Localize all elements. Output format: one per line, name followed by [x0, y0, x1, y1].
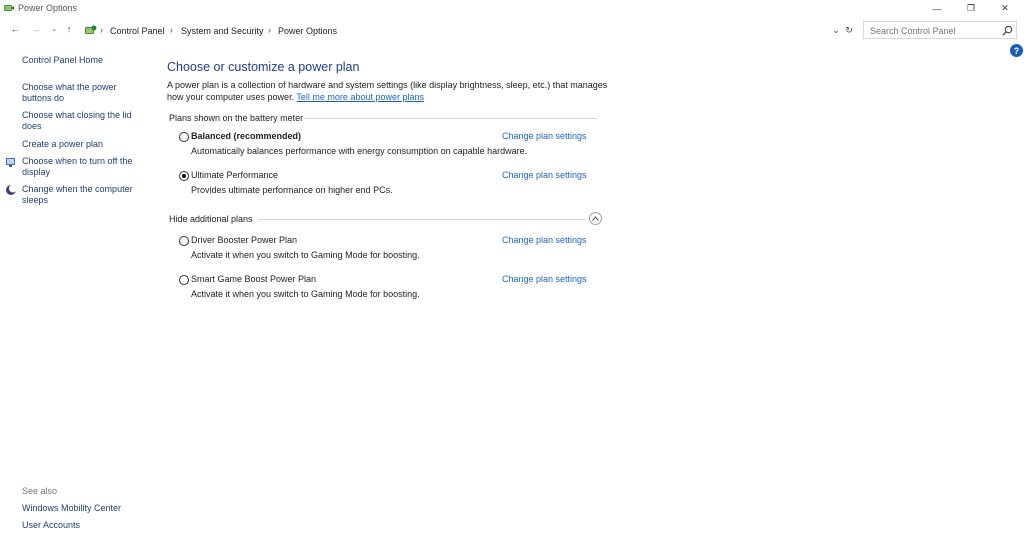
section-divider: [304, 118, 598, 119]
plan-driver-booster-name[interactable]: Driver Booster Power Plan: [191, 235, 297, 245]
collapse-additional-plans-button[interactable]: [589, 212, 602, 225]
plan-balanced-radio[interactable]: [179, 132, 189, 142]
sidebar-control-panel-home[interactable]: Control Panel Home: [22, 55, 140, 66]
plan-ultimate-description: Provides ultimate performance on higher …: [191, 185, 393, 195]
plan-balanced-change-settings-link[interactable]: Change plan settings: [502, 131, 587, 141]
breadcrumb-separator: ›: [170, 25, 173, 35]
minimize-button[interactable]: —: [920, 0, 954, 17]
plan-smart-game-boost-change-settings-link[interactable]: Change plan settings: [502, 274, 587, 284]
chevron-down-icon: ⌄: [832, 24, 840, 35]
page-title: Choose or customize a power plan: [167, 60, 360, 74]
address-dropdown-button[interactable]: ⌄: [830, 23, 842, 37]
recent-locations-button[interactable]: ⌄: [47, 22, 61, 36]
search-input[interactable]: [870, 25, 996, 37]
plan-ultimate-name[interactable]: Ultimate Performance: [191, 170, 278, 180]
plan-driver-booster-description: Activate it when you switch to Gaming Mo…: [191, 250, 420, 260]
learn-more-link[interactable]: Tell me more about power plans: [296, 92, 424, 102]
sidebar-display-off-link[interactable]: Choose when to turn off the display: [22, 156, 140, 178]
monitor-shield-icon: [6, 158, 15, 167]
refresh-icon: ↻: [845, 24, 853, 35]
section-divider: [258, 219, 586, 220]
sidebar-create-plan-link[interactable]: Create a power plan: [22, 139, 140, 150]
sidebar: Control Panel Home Choose what the power…: [0, 42, 150, 546]
moon-icon: [6, 184, 17, 195]
plan-smart-game-boost-description: Activate it when you switch to Gaming Mo…: [191, 289, 420, 299]
plan-ultimate-radio[interactable]: [179, 171, 189, 181]
plan-smart-game-boost-name[interactable]: Smart Game Boost Power Plan: [191, 274, 316, 284]
sidebar-mobility-center-link[interactable]: Windows Mobility Center: [22, 503, 140, 514]
breadcrumb[interactable]: › Control Panel › System and Security › …: [78, 21, 857, 40]
window-title: Power Options: [18, 3, 78, 13]
plan-driver-booster-radio[interactable]: [179, 236, 189, 246]
breadcrumb-separator: ›: [100, 25, 103, 35]
plan-smart-game-boost-radio[interactable]: [179, 275, 189, 285]
sidebar-user-accounts-link[interactable]: User Accounts: [22, 520, 140, 531]
search-box[interactable]: [863, 21, 1017, 39]
refresh-button[interactable]: ↻: [842, 23, 856, 37]
plan-driver-booster-change-settings-link[interactable]: Change plan settings: [502, 235, 587, 245]
sidebar-sleep-link[interactable]: Change when the computer sleeps: [22, 184, 140, 206]
plan-ultimate-change-settings-link[interactable]: Change plan settings: [502, 170, 587, 180]
arrow-up-icon: ↑: [66, 24, 72, 34]
additional-plans-heading[interactable]: Hide additional plans: [169, 214, 253, 224]
power-options-icon: [4, 5, 14, 11]
battery-plans-heading: Plans shown on the battery meter: [169, 113, 304, 123]
maximize-button[interactable]: ❐: [954, 0, 988, 17]
breadcrumb-system-and-security[interactable]: System and Security: [181, 26, 264, 36]
sidebar-power-buttons-link[interactable]: Choose what the power buttons do: [22, 82, 140, 104]
restore-icon: ❐: [966, 3, 976, 13]
sidebar-closing-lid-link[interactable]: Choose what closing the lid does: [22, 110, 140, 132]
up-button[interactable]: ↑: [62, 22, 76, 36]
see-also-heading: See also: [22, 486, 58, 496]
help-glyph: ?: [1013, 45, 1020, 56]
search-icon[interactable]: [1002, 25, 1013, 36]
arrow-right-icon: →: [31, 24, 41, 34]
page-description: A power plan is a collection of hardware…: [167, 80, 617, 103]
chevron-down-icon: ⌄: [51, 26, 57, 33]
breadcrumb-power-options[interactable]: Power Options: [278, 26, 337, 36]
help-icon[interactable]: ?: [1010, 44, 1023, 57]
close-button[interactable]: ✕: [988, 0, 1022, 17]
title-bar: Power Options — ❐ ✕: [0, 0, 1024, 17]
back-button[interactable]: ←: [8, 22, 22, 36]
minimize-icon: —: [932, 3, 942, 14]
plan-balanced-name[interactable]: Balanced (recommended): [191, 131, 301, 141]
breadcrumb-separator: ›: [268, 25, 271, 35]
arrow-left-icon: ←: [10, 24, 20, 34]
breadcrumb-control-panel[interactable]: Control Panel: [110, 26, 165, 36]
forward-button[interactable]: →: [29, 22, 43, 36]
plan-balanced-description: Automatically balances performance with …: [191, 146, 528, 156]
chevron-up-icon: [592, 216, 599, 221]
close-icon: ✕: [1001, 3, 1009, 13]
control-panel-icon: [85, 25, 97, 34]
